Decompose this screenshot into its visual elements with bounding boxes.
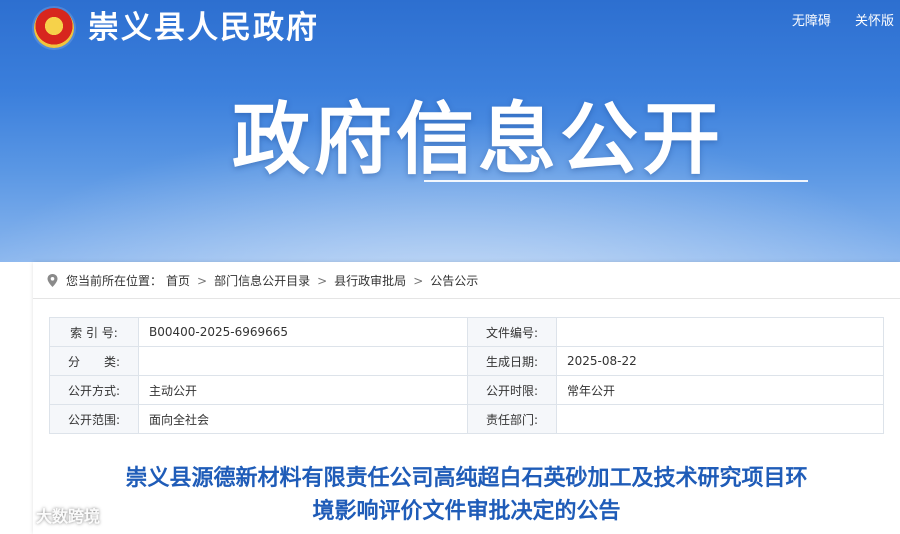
table-row: 分 类: 生成日期: 2025-08-22 [49,346,884,376]
content-panel: 您当前所在位置： 首页 > 部门信息公开目录 > 县行政审批局 > 公告公示 索… [33,262,900,534]
hero-title: 政府信息公开 [232,95,725,185]
document-meta-table: 索 引 号: B00400-2025-6969665 文件编号: 分 类: 生成… [49,317,884,434]
breadcrumb-separator: > [197,273,208,288]
responsible-dept-value [556,404,884,434]
table-row: 索 引 号: B00400-2025-6969665 文件编号: [49,317,884,347]
location-pin-icon [47,274,58,287]
breadcrumb-approval-bureau[interactable]: 县行政审批局 [334,272,406,289]
breadcrumb-prefix: 您当前所在位置： [66,274,163,288]
breadcrumb-separator: > [413,273,424,288]
disclosure-scope-value: 面向全社会 [138,404,468,434]
breadcrumb: 您当前所在位置： 首页 > 部门信息公开目录 > 县行政审批局 > 公告公示 [47,272,478,289]
hero-underline [424,180,808,182]
breadcrumb-separator: > [317,273,328,288]
header-banner: 崇义县人民政府 无障碍 关怀版 政府信息公开 [0,0,900,262]
responsible-dept-label: 责任部门: [467,404,557,434]
breadcrumb-dept-catalog[interactable]: 部门信息公开目录 [214,272,310,289]
site-title[interactable]: 崇义县人民政府 [88,8,319,48]
index-number-label: 索 引 号: [49,317,139,347]
breadcrumb-announcements[interactable]: 公告公示 [430,272,478,289]
category-label: 分 类: [49,346,139,376]
table-row: 公开方式: 主动公开 公开时限: 常年公开 [49,375,884,405]
disclosure-method-value: 主动公开 [138,375,468,405]
table-row: 公开范围: 面向全社会 责任部门: [49,404,884,434]
top-links: 无障碍 关怀版 [772,10,894,29]
disclosure-period-label: 公开时限: [467,375,557,405]
generated-date-value: 2025-08-22 [556,346,884,376]
elder-mode-link[interactable]: 关怀版 [855,14,894,29]
article-title-line1: 崇义县源德新材料有限责任公司高纯超白石英砂加工及技术研究项目环 [125,466,808,491]
disclosure-scope-label: 公开范围: [49,404,139,434]
watermark: 大数跨境 [4,503,100,527]
file-number-value [556,317,884,347]
breadcrumb-home[interactable]: 首页 [166,272,190,289]
disclosure-period-value: 常年公开 [556,375,884,405]
breadcrumb-divider [33,298,900,299]
disclosure-method-label: 公开方式: [49,375,139,405]
accessibility-link[interactable]: 无障碍 [792,14,831,29]
generated-date-label: 生成日期: [467,346,557,376]
watermark-text: 大数跨境 [36,507,101,526]
file-number-label: 文件编号: [467,317,557,347]
index-number-value: B00400-2025-6969665 [138,317,468,347]
category-value [138,346,468,376]
national-emblem-icon [34,8,74,48]
article-title-line2: 境影响评价文件审批决定的公告 [312,499,621,524]
watermark-logo-icon [5,507,28,522]
article-title: 崇义县源德新材料有限责任公司高纯超白石英砂加工及技术研究项目环 境影响评价文件审… [33,462,900,528]
